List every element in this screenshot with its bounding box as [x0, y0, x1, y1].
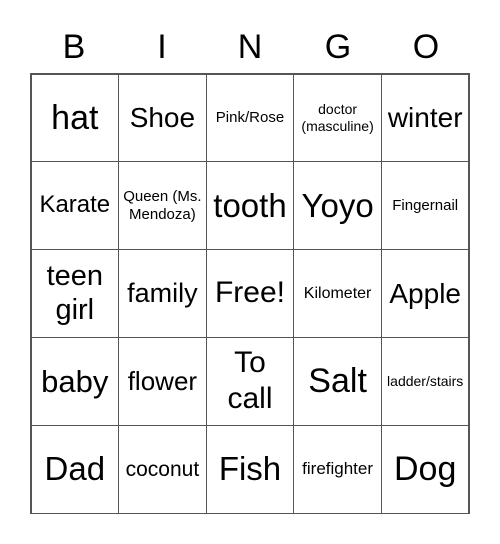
cell-text: Salt	[308, 361, 367, 400]
cell-text: Pink/Rose	[215, 108, 285, 126]
bingo-cell[interactable]: ladder/stairs	[380, 336, 470, 426]
bingo-cell[interactable]: doctor (masculine)	[293, 73, 382, 163]
cell-text: tooth	[213, 186, 287, 224]
header-letter-g: G	[324, 28, 352, 66]
bingo-cell[interactable]: teen girl	[30, 249, 120, 338]
bingo-cell[interactable]: To call	[205, 336, 295, 426]
bingo-cell[interactable]: Fingernail	[380, 161, 470, 251]
cell-text: baby	[41, 363, 109, 399]
cell-text: ladder/stairs	[387, 372, 464, 389]
cell-text: Yoyo	[301, 186, 374, 224]
cell-text: Dad	[44, 450, 106, 488]
bingo-cell[interactable]: Salt	[293, 336, 382, 426]
bingo-cell[interactable]: Queen (Ms. Mendoza)	[118, 161, 207, 251]
cell-text: flower	[127, 365, 198, 396]
bingo-cell[interactable]: Fish	[205, 424, 295, 514]
cell-text: doctor (masculine)	[301, 101, 374, 134]
cell-text: Karate	[39, 191, 111, 219]
header-letter-n: N	[237, 28, 263, 66]
bingo-cell[interactable]: hat	[30, 73, 120, 163]
bingo-cell[interactable]: Pink/Rose	[205, 73, 295, 163]
header-letter-b: B	[62, 28, 86, 66]
cell-text: Fish	[218, 450, 282, 488]
bingo-cell[interactable]: firefighter	[293, 424, 382, 514]
cell-text: winter	[387, 102, 463, 134]
cell-text: To call	[227, 346, 273, 416]
header-letter-i: I	[157, 28, 167, 66]
bingo-cell[interactable]: family	[118, 249, 207, 338]
bingo-cell[interactable]: Kilometer	[293, 249, 382, 338]
cell-text: Kilometer	[303, 284, 372, 302]
bingo-cell[interactable]: Apple	[380, 249, 470, 338]
bingo-cell[interactable]: baby	[30, 336, 120, 426]
cell-text: firefighter	[302, 458, 374, 478]
cell-text: Free!	[214, 276, 285, 310]
header-letter-o: O	[412, 28, 440, 66]
bingo-cell[interactable]: Karate	[30, 161, 120, 251]
cell-text: family	[127, 278, 198, 309]
bingo-cell[interactable]: Dad	[30, 424, 120, 514]
cell-text: Queen (Ms. Mendoza)	[123, 187, 202, 223]
cell-text: Apple	[389, 277, 461, 309]
cell-text: Shoe	[129, 102, 196, 134]
cell-text: Fingernail	[392, 196, 459, 214]
cell-text: teen girl	[46, 259, 104, 327]
bingo-grid: hat Shoe Pink/Rose doctor (masculine) winter…	[30, 73, 470, 514]
bingo-cell[interactable]: Yoyo	[293, 161, 382, 251]
bingo-cell[interactable]: flower	[118, 336, 207, 426]
cell-text: Dog	[394, 449, 457, 488]
bingo-cell[interactable]: winter	[380, 73, 470, 163]
bingo-header: B I N G O	[30, 22, 470, 72]
bingo-cell[interactable]: coconut	[118, 424, 207, 514]
cell-text: coconut	[125, 457, 200, 481]
bingo-cell[interactable]: Shoe	[118, 73, 207, 163]
cell-text: hat	[51, 98, 99, 137]
bingo-cell[interactable]: Free!	[205, 249, 295, 338]
bingo-cell[interactable]: tooth	[205, 161, 295, 251]
bingo-cell[interactable]: Dog	[380, 424, 470, 514]
